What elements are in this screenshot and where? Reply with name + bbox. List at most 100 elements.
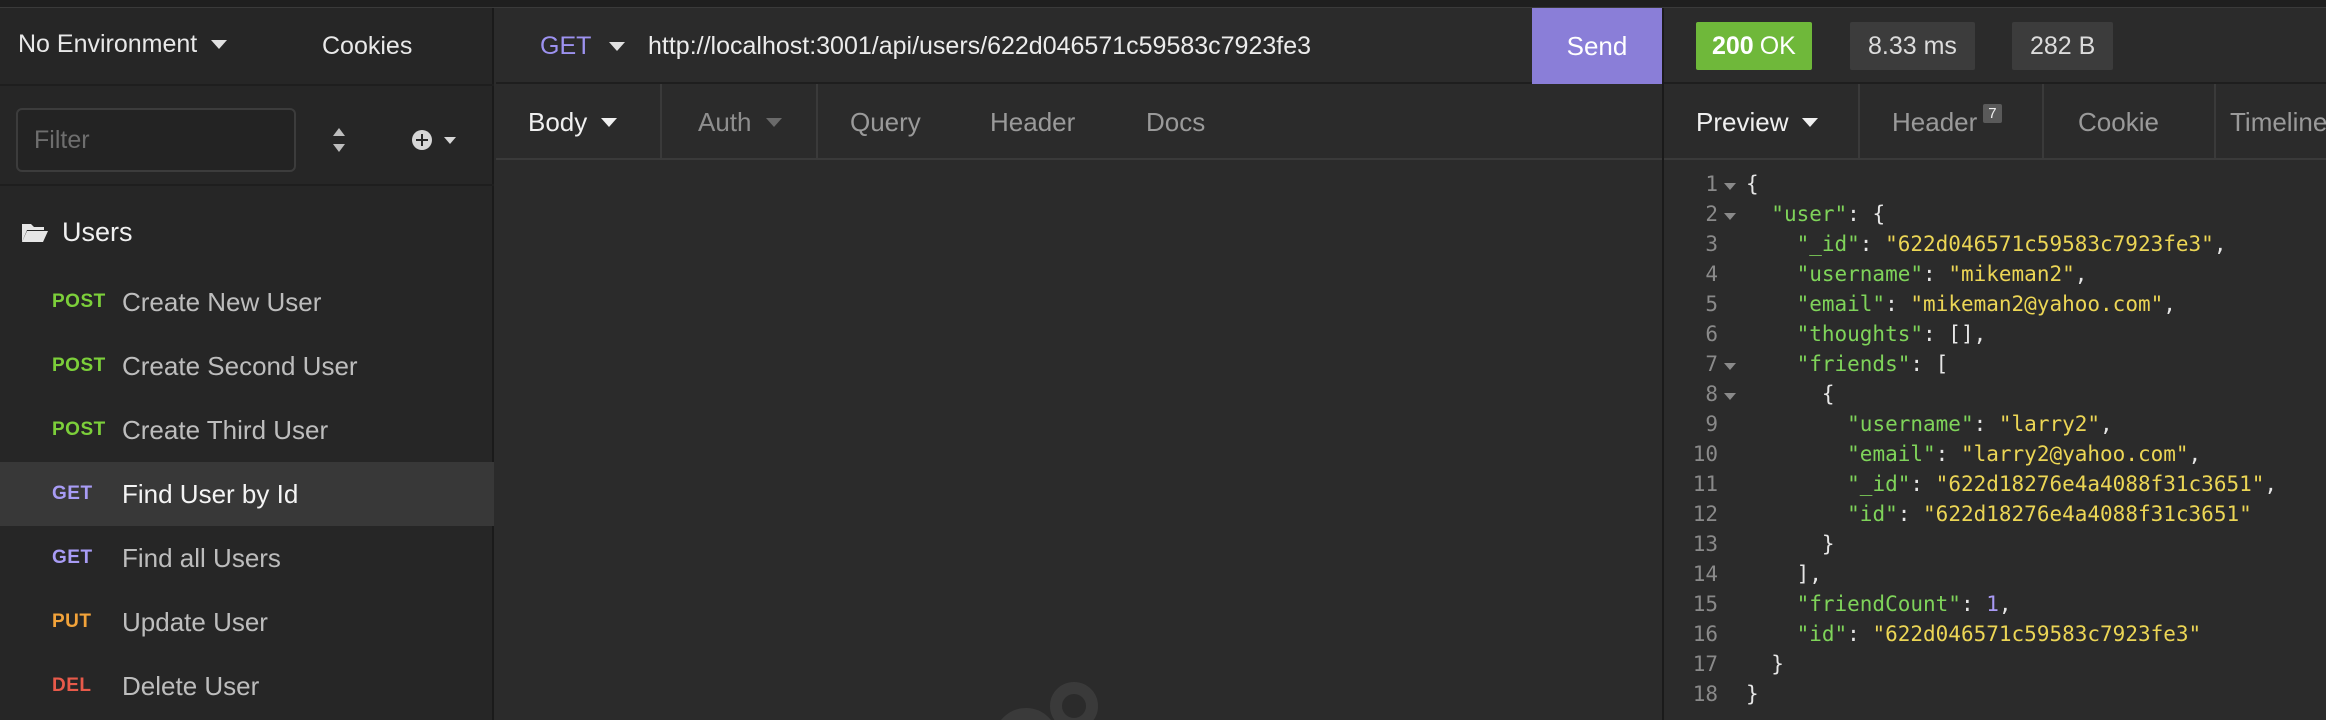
code-line: 17 }: [1664, 652, 2326, 682]
method-badge: POST: [52, 419, 106, 440]
tab-preview-label: Preview: [1696, 106, 1789, 137]
tab-body-label: Body: [528, 106, 588, 137]
code-text: {: [1746, 382, 1835, 406]
tab-divider: [660, 84, 662, 160]
chevron-down-icon: [765, 117, 782, 127]
line-number: 8: [1705, 382, 1718, 406]
method-badge: GET: [52, 483, 93, 504]
send-button[interactable]: Send: [1532, 8, 1662, 84]
tab-timeline[interactable]: Timeline: [2230, 84, 2326, 160]
plus-circle-icon: [412, 130, 456, 150]
request-item[interactable]: GET Find all Users: [0, 526, 494, 590]
filter-input[interactable]: [16, 108, 296, 172]
code-line: 5 "email": "mikeman2@yahoo.com",: [1664, 292, 2326, 322]
code-text: ],: [1746, 562, 1822, 586]
request-body-empty: [496, 160, 1664, 720]
window-top-edge: [0, 0, 2326, 8]
request-item-active[interactable]: GET Find User by Id: [0, 462, 494, 526]
tab-header[interactable]: Header: [990, 84, 1075, 160]
tab-docs[interactable]: Docs: [1146, 84, 1205, 160]
code-line: 7 "friends": [: [1664, 352, 2326, 382]
line-number: 13: [1692, 532, 1718, 556]
method-label: GET: [540, 32, 592, 60]
request-name: Create Second User: [122, 350, 358, 381]
folder-users[interactable]: Users: [0, 204, 494, 260]
code-text: }: [1746, 682, 1759, 706]
line-number: 11: [1692, 472, 1718, 496]
line-number: 4: [1705, 262, 1718, 286]
code-line: 1{: [1664, 172, 2326, 202]
fold-arrow-icon[interactable]: [1724, 393, 1736, 400]
code-text: "_id": "622d18276e4a4088f31c3651",: [1847, 472, 2278, 496]
request-list: POST Create New User POST Create Second …: [0, 270, 494, 718]
code-line: 18}: [1664, 682, 2326, 712]
line-number: 12: [1692, 502, 1718, 526]
tab-cookie[interactable]: Cookie: [2078, 84, 2159, 160]
header-count-badge: 7: [1983, 103, 2002, 123]
fold-arrow-icon[interactable]: [1724, 213, 1736, 220]
sidebar: No Environment Cookies Users: [0, 8, 494, 720]
cookies-button[interactable]: Cookies: [322, 32, 412, 61]
line-number: 10: [1692, 442, 1718, 466]
fold-arrow-icon[interactable]: [1724, 363, 1736, 370]
request-item[interactable]: POST Create New User: [0, 270, 494, 334]
environment-dropdown[interactable]: No Environment: [18, 30, 228, 59]
response-json-viewer[interactable]: 1{2 "user": {3 "_id": "622d046571c59583c…: [1664, 160, 2326, 720]
request-name: Find all Users: [122, 542, 281, 573]
folder-label: Users: [62, 216, 133, 247]
code-line: 8 {: [1664, 382, 2326, 412]
code-text: "username": "mikeman2",: [1796, 262, 2088, 286]
fold-arrow-icon[interactable]: [1724, 183, 1736, 190]
empty-state-logo: [1001, 682, 1098, 720]
request-name: Update User: [122, 606, 268, 637]
tab-auth[interactable]: Auth: [698, 84, 782, 160]
chevron-down-icon: [609, 42, 626, 51]
response-time: 8.33 ms: [1850, 22, 1975, 70]
tab-auth-label: Auth: [698, 106, 752, 137]
filter-row: [0, 86, 494, 186]
line-number: 9: [1705, 412, 1718, 436]
request-name: Create New User: [122, 286, 322, 317]
tab-divider: [2214, 84, 2216, 160]
line-number: 17: [1692, 652, 1718, 676]
url-input[interactable]: http://localhost:3001/api/users/622d0465…: [648, 32, 1311, 61]
request-item[interactable]: POST Create Second User: [0, 334, 494, 398]
chevron-down-icon: [601, 117, 618, 127]
tab-divider: [2042, 84, 2044, 160]
chevron-down-icon: [211, 40, 228, 49]
code-line: 14 ],: [1664, 562, 2326, 592]
code-text: "id": "622d046571c59583c7923fe3": [1796, 622, 2202, 646]
code-text: "username": "larry2",: [1847, 412, 2113, 436]
method-badge: DEL: [52, 675, 92, 696]
code-text: "email": "mikeman2@yahoo.com",: [1796, 292, 2176, 316]
line-number: 6: [1705, 322, 1718, 346]
request-name: Create Third User: [122, 414, 329, 445]
code-line: 11 "_id": "622d18276e4a4088f31c3651",: [1664, 472, 2326, 502]
tab-body[interactable]: Body: [528, 84, 618, 160]
code-line: 13 }: [1664, 532, 2326, 562]
code-text: {: [1746, 172, 1759, 196]
tab-response-header[interactable]: Header 7: [1892, 84, 2002, 160]
code-text: "friends": [: [1796, 352, 1949, 376]
add-request-button[interactable]: [408, 122, 464, 158]
line-number: 5: [1705, 292, 1718, 316]
line-number: 3: [1705, 232, 1718, 256]
chevron-down-icon: [1802, 117, 1819, 127]
tab-preview[interactable]: Preview: [1696, 84, 1819, 160]
environment-row: No Environment Cookies: [0, 8, 494, 86]
response-size: 282 B: [2012, 22, 2114, 70]
sort-icon[interactable]: [322, 122, 356, 158]
request-item[interactable]: POST Create Third User: [0, 398, 494, 462]
code-line: 6 "thoughts": [],: [1664, 322, 2326, 352]
tab-query[interactable]: Query: [850, 84, 921, 160]
line-number: 18: [1692, 682, 1718, 706]
line-number: 15: [1692, 592, 1718, 616]
request-item[interactable]: PUT Update User: [0, 590, 494, 654]
request-item[interactable]: DEL Delete User: [0, 654, 494, 718]
line-number: 16: [1692, 622, 1718, 646]
line-number: 2: [1705, 202, 1718, 226]
method-badge: GET: [52, 547, 93, 568]
method-dropdown[interactable]: GET: [540, 32, 626, 61]
code-text: "id": "622d18276e4a4088f31c3651": [1847, 502, 2252, 526]
code-line: 16 "id": "622d046571c59583c7923fe3": [1664, 622, 2326, 652]
